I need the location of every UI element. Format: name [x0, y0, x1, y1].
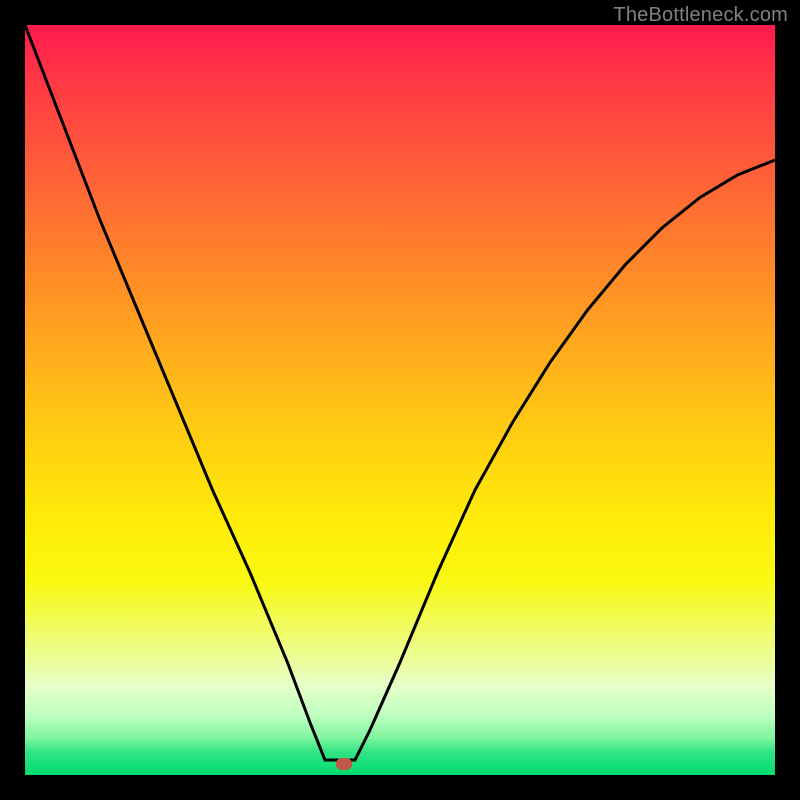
- plot-area: [25, 25, 775, 775]
- bottleneck-curve: [25, 25, 775, 760]
- curve-svg: [25, 25, 775, 775]
- chart-frame: TheBottleneck.com: [0, 0, 800, 800]
- watermark-text: TheBottleneck.com: [613, 4, 788, 27]
- optimum-marker: [336, 758, 352, 770]
